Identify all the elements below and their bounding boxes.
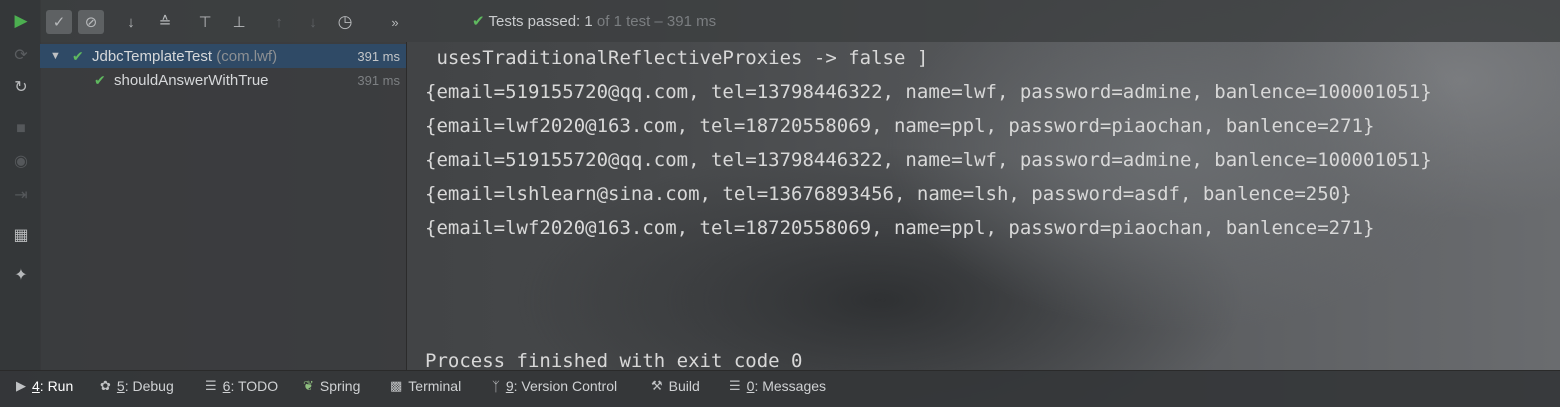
suite-name: JdbcTemplateTest [92,47,213,65]
suite-name-wrap: JdbcTemplateTest (com.lwf) [92,48,277,65]
pass-check-icon: ✔ [472,13,485,30]
passed-count: 1 [584,13,593,30]
spring-leaf-icon: ❦ [303,378,314,393]
tab-terminal[interactable]: ▩ Terminal [390,376,461,396]
suite-time: 391 ms [357,48,400,64]
toggle-auto-test-icon[interactable]: ↻ [10,76,32,98]
tab-build[interactable]: ⚒ Build [651,376,700,396]
tab-vcs-key: 9 [505,378,514,394]
tab-spring[interactable]: ❦ Spring [303,376,360,396]
tree-item-test[interactable]: ✔ shouldAnswerWithTrue 391 ms [40,68,406,92]
tab-todo-key: 6 [222,378,231,394]
exit-icon[interactable]: ⇥ [10,184,32,206]
show-ignored-icon[interactable]: ⊘ [78,10,104,34]
more-actions-icon[interactable]: » [382,10,408,34]
tab-terminal-label: Terminal [408,378,462,394]
tab-debug-key: 5 [116,378,125,394]
branch-icon: ᛉ [492,378,500,394]
tab-build-label: Build [668,378,700,394]
tab-messages-key: 0 [746,378,755,394]
pin-icon[interactable]: ✦ [10,264,32,286]
console-output[interactable]: usesTraditionalReflectiveProxies -> fals… [407,42,1560,370]
test-time: 391 ms [357,72,400,88]
sort-alphabetically-icon[interactable]: ↓ [118,10,144,34]
bug-icon: ✿ [100,378,111,393]
test-runner-toolbar: ✓ ⊘ ↓ ≙ ⊤ ⊥ ↑ ↓ ◷ » ✔ Tests passed: 1 of… [40,0,1560,42]
rerun-icon[interactable]: ▶ [10,10,32,32]
layout-icon[interactable]: ▦ [10,224,32,246]
test-tree: ▼ ✔ JdbcTemplateTest (com.lwf) 391 ms ✔ … [40,42,407,370]
tab-messages[interactable]: ☰ 0: Messages [729,376,826,396]
tab-debug[interactable]: ✿ 5: Debug [100,376,174,396]
test-history-icon[interactable]: ◷ [332,10,358,34]
hammer-icon: ⚒ [651,378,663,393]
camera-icon[interactable]: ◉ [10,150,32,172]
expand-arrow-icon[interactable]: ▼ [50,50,61,62]
console-line: {email=519155720@qq.com, tel=13798446322… [425,149,1432,171]
pass-check-icon: ✔ [72,47,84,64]
test-name: shouldAnswerWithTrue [114,71,269,89]
tab-run-label: : Run [39,378,74,394]
tab-todo-label: : TODO [230,378,279,394]
previous-test-icon[interactable]: ↑ [266,10,292,34]
tab-spring-label: Spring [319,378,361,394]
tab-messages-label: : Messages [754,378,827,394]
console-line: {email=lwf2020@163.com, tel=18720558069,… [425,115,1375,137]
next-test-icon[interactable]: ↓ [300,10,326,34]
console-line: Process finished with exit code 0 [425,350,803,370]
expand-all-icon[interactable]: ⊤ [192,10,218,34]
list-icon: ☰ [205,378,217,393]
messages-icon: ☰ [729,378,741,393]
tab-version-control[interactable]: ᛉ 9: Version Control [492,376,617,396]
tab-debug-label: : Debug [124,378,174,394]
suite-package: (com.lwf) [216,47,278,65]
terminal-icon: ▩ [390,378,403,393]
console-line: {email=lwf2020@163.com, tel=18720558069,… [425,217,1375,239]
sort-by-duration-icon[interactable]: ≙ [152,10,178,34]
status-total: of 1 test – 391 ms [596,13,717,30]
run-side-toolbar: ▶ ⟳ ↻ ■ ◉ ⇥ ▦ ✦ [0,0,41,370]
tests-status: ✔ Tests passed: 1 of 1 test – 391 ms [472,12,716,30]
tab-vcs-label: : Version Control [513,378,618,394]
pass-check-icon: ✔ [94,71,106,88]
show-passed-icon[interactable]: ✓ [46,10,72,34]
stop-icon[interactable]: ■ [10,118,32,140]
console-line: usesTraditionalReflectiveProxies -> fals… [425,47,929,69]
tab-run-key: 4 [32,378,40,394]
rerun-failed-icon[interactable]: ⟳ [10,44,32,66]
tree-item-suite[interactable]: ▼ ✔ JdbcTemplateTest (com.lwf) 391 ms [40,44,406,68]
status-label: Tests passed: [488,13,581,30]
tab-todo[interactable]: ☰ 6: TODO [205,376,278,396]
collapse-all-icon[interactable]: ⊥ [226,10,252,34]
console-line: {email=lshlearn@sina.com, tel=1367689345… [425,183,1352,205]
console-line: {email=519155720@qq.com, tel=13798446322… [425,81,1432,103]
run-icon: ▶ [16,378,26,393]
tab-run[interactable]: ▶ 4: Run [16,376,73,396]
